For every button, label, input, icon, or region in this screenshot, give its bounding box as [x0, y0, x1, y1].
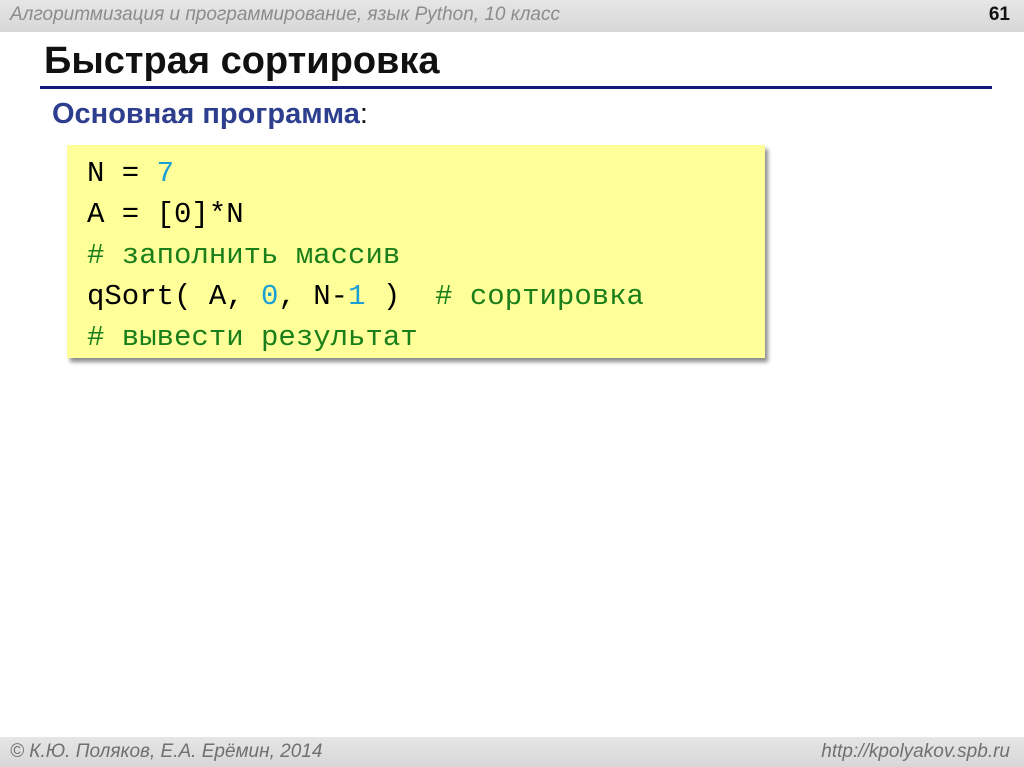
slide-number: 61 — [988, 4, 1010, 25]
code-token: A = [0]*N — [87, 198, 244, 231]
code-line-5: # вывести результат — [87, 317, 765, 358]
slide-title: Быстрая сортировка — [44, 40, 440, 82]
code-token: , N- — [278, 280, 349, 313]
title-underline — [40, 86, 992, 89]
code-comment: # сортировка — [435, 280, 644, 313]
course-title: Алгоритмизация и программирование, язык … — [10, 4, 560, 25]
subtitle-text: Основная программа — [52, 98, 360, 130]
code-number: 0 — [261, 280, 279, 313]
code-line-2: A = [0]*N — [87, 194, 765, 235]
code-token: qSort( A, — [87, 280, 262, 313]
footer-authors: © К.Ю. Поляков, Е.А. Ерёмин, 2014 — [10, 741, 323, 762]
header-band: Алгоритмизация и программирование, язык … — [0, 0, 1024, 32]
code-token: = — [104, 157, 157, 190]
code-comment: # вывести результат — [87, 321, 418, 354]
section-subtitle: Основная программа: — [52, 98, 368, 131]
code-number: 1 — [348, 280, 366, 313]
footer-url: http://kpolyakov.spb.ru — [821, 741, 1010, 762]
code-token: N — [87, 157, 105, 190]
code-comment: # заполнить массив — [87, 239, 401, 272]
code-number: 7 — [156, 157, 175, 190]
footer-band: © К.Ю. Поляков, Е.А. Ерёмин, 2014 http:/… — [0, 737, 1024, 767]
code-line-3: # заполнить массив — [87, 235, 765, 276]
code-line-1: N = 7 — [87, 153, 765, 194]
code-token: ) — [365, 280, 436, 313]
code-block: N = 7 A = [0]*N # заполнить массив qSort… — [67, 145, 765, 358]
code-line-4: qSort( A, 0, N-1 ) # сортировка — [87, 276, 765, 317]
subtitle-colon: : — [359, 98, 368, 130]
